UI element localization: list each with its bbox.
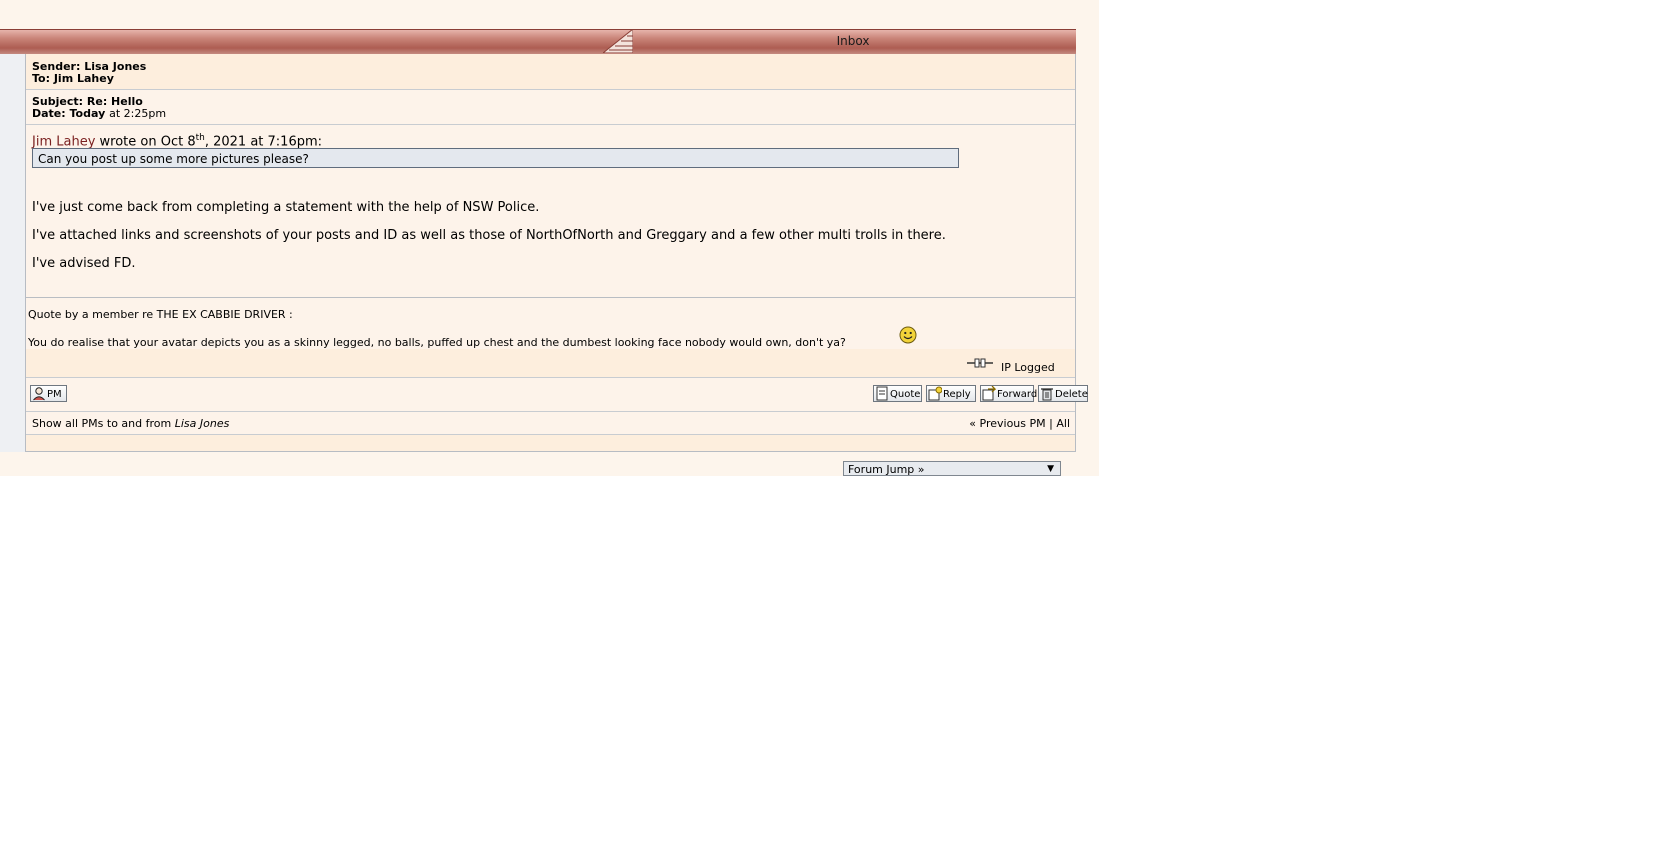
- signature: Quote by a member re THE EX CABBIE DRIVE…: [26, 297, 1075, 350]
- panel-footer: [26, 435, 1075, 451]
- ip-logged-row: IP Logged: [26, 349, 1075, 378]
- chevron-down-icon: ▼: [1047, 464, 1054, 474]
- show-all-name: Lisa Jones: [174, 417, 230, 430]
- smiley-icon: [899, 326, 917, 344]
- page-title: Inbox: [836, 34, 870, 48]
- recipient-name: Jim Lahey: [53, 72, 114, 85]
- reply-button-label: Reply: [943, 389, 971, 400]
- pm-pagination: « Previous PM | All: [969, 417, 1070, 430]
- recipient-line: To: Jim Lahey: [32, 72, 114, 85]
- signature-line: You do realise that your avatar depicts …: [28, 336, 846, 349]
- message-body-line: I've just come back from completing a st…: [32, 200, 540, 215]
- sender-block: Sender: Lisa Jones To: Jim Lahey: [26, 54, 1075, 90]
- quote-button-label: Quote: [890, 389, 921, 400]
- date-label: Date:: [32, 107, 66, 120]
- signature-line: Quote by a member re THE EX CABBIE DRIVE…: [28, 308, 293, 321]
- quote-date-suffix: th: [195, 133, 205, 143]
- quote-icon: [876, 386, 888, 401]
- pm-button-label: PM: [47, 389, 62, 400]
- reply-button[interactable]: Reply: [926, 385, 976, 402]
- to-label: To:: [32, 72, 50, 85]
- quote-box: Can you post up some more pictures pleas…: [32, 148, 959, 168]
- forward-button[interactable]: Forward: [980, 385, 1038, 402]
- pm-button[interactable]: PM: [30, 385, 67, 402]
- show-all-prefix: Show all PMs to and from: [32, 417, 172, 430]
- all-pms-link[interactable]: All: [1056, 417, 1070, 430]
- pm-nav-row: Show all PMs to and from Lisa Jones « Pr…: [26, 412, 1075, 435]
- titlebar-notch-icon: [603, 29, 633, 53]
- message-body-line: I've advised FD.: [32, 256, 136, 271]
- trash-icon: [1041, 388, 1053, 401]
- forward-icon: [982, 386, 996, 401]
- forum-jump-label: Forum Jump »: [848, 463, 925, 476]
- date-today: Today: [69, 107, 106, 120]
- side-strip: [0, 54, 25, 452]
- date-time: at 2:25pm: [109, 107, 167, 120]
- quote-button[interactable]: Quote: [873, 385, 922, 402]
- user-icon: [33, 387, 45, 401]
- action-button-row: PM Quote Reply Forward Delete: [26, 378, 1088, 412]
- show-all-pms-link[interactable]: Show all PMs to and from Lisa Jones: [32, 417, 229, 430]
- inbox-titlebar: [0, 29, 1076, 54]
- forum-jump-select[interactable]: Forum Jump » ▼: [843, 461, 1061, 476]
- message-body-line: I've attached links and screenshots of y…: [32, 228, 946, 243]
- delete-button-label: Delete: [1055, 389, 1088, 400]
- ip-logged-text: IP Logged: [1001, 361, 1055, 374]
- date-line: Date: Today at 2:25pm: [32, 107, 166, 120]
- ip-icon: [967, 358, 993, 368]
- quote-header: Jim Lahey wrote on Oct 8th, 2021 at 7:16…: [32, 133, 322, 149]
- message-panel: Sender: Lisa Jones To: Jim Lahey Subject…: [25, 54, 1088, 452]
- previous-pm-link[interactable]: « Previous PM: [969, 417, 1045, 430]
- forward-button-label: Forward: [997, 389, 1038, 400]
- subject-block: Subject: Re: Hello Date: Today at 2:25pm: [26, 90, 1075, 125]
- delete-button[interactable]: Delete: [1038, 385, 1088, 402]
- reply-icon: [928, 386, 942, 401]
- nav-separator: |: [1049, 417, 1053, 430]
